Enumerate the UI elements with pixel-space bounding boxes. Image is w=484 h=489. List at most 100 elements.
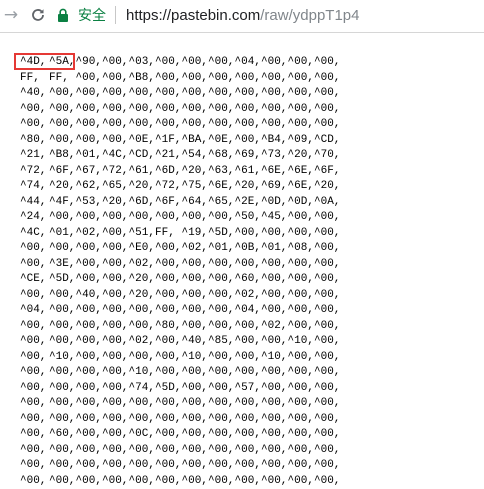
hex-value: ^6F, bbox=[155, 195, 182, 211]
hex-value: ^00, bbox=[261, 412, 288, 428]
hex-value: ^00, bbox=[76, 350, 103, 366]
hex-value: ^00, bbox=[235, 350, 262, 366]
hex-value: ^00, bbox=[235, 226, 262, 242]
hex-value: ^00, bbox=[235, 427, 262, 443]
hex-value: ^1F, bbox=[155, 133, 182, 149]
hex-value: ^00, bbox=[261, 303, 288, 319]
hex-value: ^00, bbox=[15, 365, 49, 381]
hex-value: ^00, bbox=[235, 365, 262, 381]
hex-value: ^00, bbox=[102, 443, 129, 459]
hex-value: ^64, bbox=[182, 195, 209, 211]
hex-value: ^73, bbox=[261, 148, 288, 164]
hex-value: ^00, bbox=[76, 257, 103, 273]
hex-value: ^6D, bbox=[155, 164, 182, 180]
hex-value: ^00, bbox=[76, 458, 103, 474]
hex-value: ^00, bbox=[102, 257, 129, 273]
hex-value: ^00, bbox=[261, 396, 288, 412]
hex-value: ^00, bbox=[182, 86, 209, 102]
hex-value: ^6F, bbox=[49, 164, 76, 180]
hex-value: ^00, bbox=[235, 319, 262, 335]
hex-value: ^00, bbox=[288, 226, 315, 242]
hex-value: ^00, bbox=[182, 474, 209, 489]
hex-value: ^00, bbox=[182, 210, 209, 226]
hex-value: ^3E, bbox=[49, 257, 76, 273]
reload-icon[interactable] bbox=[27, 4, 49, 26]
hex-value: ^00, bbox=[129, 443, 156, 459]
hex-value: ^00, bbox=[129, 396, 156, 412]
hex-value: ^5D, bbox=[155, 381, 182, 397]
hex-value: ^00, bbox=[15, 350, 49, 366]
hex-value: ^00, bbox=[314, 365, 341, 381]
hex-row: ^00,^00,^00,^00,^00,^00,^00,^00,^00,^00,… bbox=[15, 474, 484, 489]
hex-value: ^00, bbox=[182, 71, 209, 87]
hex-value: ^20, bbox=[288, 148, 315, 164]
hex-value: ^20, bbox=[129, 288, 156, 304]
hex-value: ^04, bbox=[235, 55, 262, 71]
url-path: /raw/ydppT1p4 bbox=[260, 7, 359, 24]
hex-value: ^00, bbox=[49, 288, 76, 304]
hex-value: ^00, bbox=[261, 226, 288, 242]
hex-value: ^00, bbox=[155, 303, 182, 319]
hex-value: ^00, bbox=[102, 272, 129, 288]
hex-value: ^00, bbox=[155, 86, 182, 102]
hex-value: ^00, bbox=[208, 117, 235, 133]
hex-value: ^00, bbox=[76, 427, 103, 443]
hex-value: ^00, bbox=[288, 350, 315, 366]
hex-value: ^10, bbox=[182, 350, 209, 366]
hex-value: ^4C, bbox=[15, 226, 49, 242]
hex-value: ^02, bbox=[235, 288, 262, 304]
hex-row: ^00,^00,^00,^00,^00,^00,^00,^00,^00,^00,… bbox=[15, 458, 484, 474]
hex-value: ^00, bbox=[155, 334, 182, 350]
hex-value: ^00, bbox=[49, 396, 76, 412]
hex-value: ^10, bbox=[49, 350, 76, 366]
hex-value: ^00, bbox=[261, 55, 288, 71]
hex-row: ^00,^10,^00,^00,^00,^00,^10,^00,^00,^10,… bbox=[15, 350, 484, 366]
hex-value: ^68, bbox=[208, 148, 235, 164]
hex-value: ^00, bbox=[261, 288, 288, 304]
hex-value: ^00, bbox=[182, 102, 209, 118]
hex-value: ^00, bbox=[102, 133, 129, 149]
hex-value: ^00, bbox=[314, 458, 341, 474]
hex-value: ^00, bbox=[49, 117, 76, 133]
hex-value: ^24, bbox=[15, 210, 49, 226]
hex-value: ^6E, bbox=[288, 164, 315, 180]
hex-value: ^10, bbox=[129, 365, 156, 381]
hex-value: ^00, bbox=[314, 303, 341, 319]
hex-value: ^0A, bbox=[314, 195, 341, 211]
hex-value: ^62, bbox=[76, 179, 103, 195]
hex-value: ^6E, bbox=[288, 179, 315, 195]
hex-value: ^00, bbox=[208, 102, 235, 118]
hex-value: ^00, bbox=[288, 86, 315, 102]
hex-value: ^00, bbox=[76, 71, 103, 87]
hex-value: ^00, bbox=[76, 86, 103, 102]
hex-value: ^85, bbox=[208, 334, 235, 350]
hex-value: ^6D, bbox=[129, 195, 156, 211]
hex-row: ^00,^00,^00,^00,^00,^00,^00,^00,^00,^00,… bbox=[15, 102, 484, 118]
hex-value: ^00, bbox=[155, 365, 182, 381]
hex-value: ^00, bbox=[102, 334, 129, 350]
hex-value: ^00, bbox=[314, 319, 341, 335]
hex-value: ^19, bbox=[182, 226, 209, 242]
hex-value: ^2E, bbox=[235, 195, 262, 211]
forward-arrow-icon[interactable]: → bbox=[0, 4, 22, 26]
hex-row: ^00,^00,^00,^00,^74,^5D,^00,^00,^57,^00,… bbox=[15, 381, 484, 397]
hex-value: ^00, bbox=[208, 474, 235, 489]
lock-icon bbox=[57, 7, 73, 23]
hex-value: ^00, bbox=[261, 443, 288, 459]
hex-value: ^00, bbox=[314, 288, 341, 304]
hex-value: ^00, bbox=[129, 412, 156, 428]
hex-value: ^00, bbox=[155, 272, 182, 288]
hex-value: ^20, bbox=[129, 179, 156, 195]
hex-value: ^00, bbox=[102, 396, 129, 412]
address-bar[interactable]: 安全 https://pastebin.com/raw/ydppT1p4 bbox=[57, 3, 484, 27]
hex-row: ^00,^00,^00,^00,^00,^00,^00,^00,^00,^00,… bbox=[15, 396, 484, 412]
hex-value: ^00, bbox=[288, 319, 315, 335]
hex-value: ^00, bbox=[314, 241, 341, 257]
hex-value: ^00, bbox=[155, 458, 182, 474]
hex-value: ^57, bbox=[235, 381, 262, 397]
hex-value: ^00, bbox=[15, 241, 49, 257]
hex-value: ^65, bbox=[208, 195, 235, 211]
hex-value: ^CD, bbox=[314, 133, 341, 149]
hex-value: FF, bbox=[15, 71, 49, 87]
hex-value: FF, bbox=[49, 71, 76, 87]
